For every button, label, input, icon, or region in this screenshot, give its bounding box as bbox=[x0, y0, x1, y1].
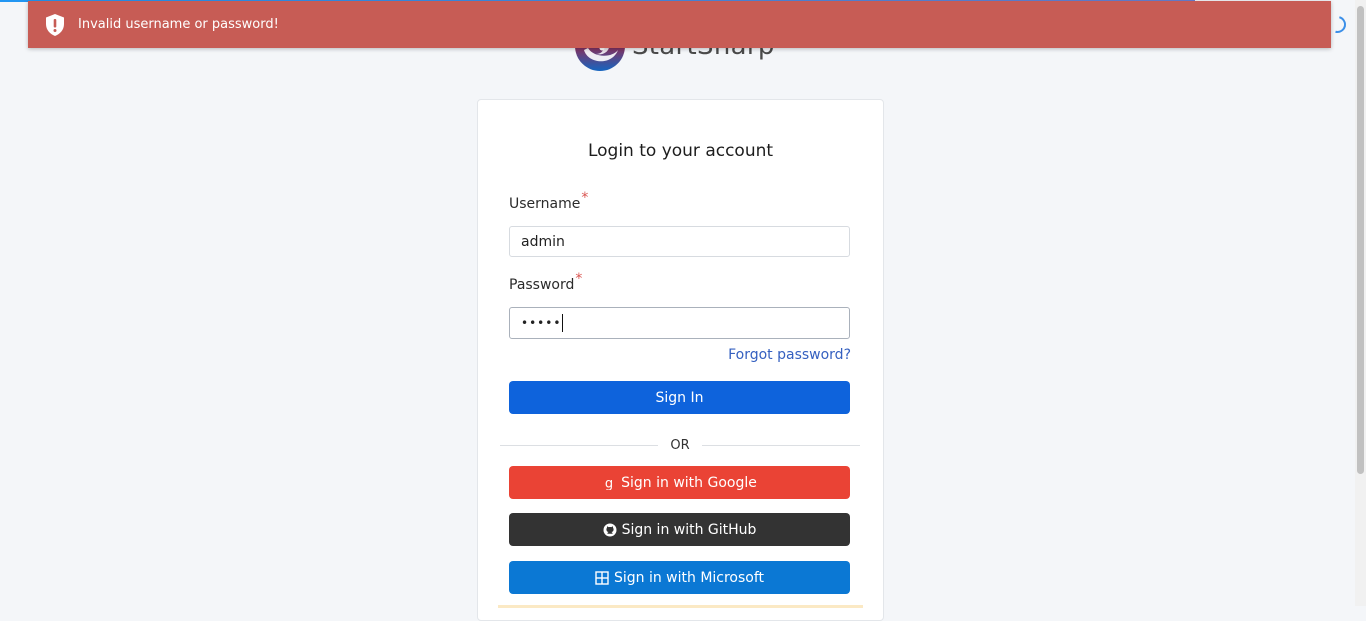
username-label-text: Username bbox=[509, 196, 581, 212]
divider-line bbox=[500, 444, 659, 446]
page-scrollbar[interactable] bbox=[1355, 0, 1366, 606]
svg-text:g: g bbox=[605, 476, 613, 490]
required-marker: * bbox=[575, 271, 583, 287]
google-icon: g bbox=[605, 476, 613, 490]
username-label: Username* bbox=[509, 190, 588, 212]
username-value: admin bbox=[521, 233, 565, 250]
forgot-password-link[interactable]: Forgot password? bbox=[728, 347, 851, 363]
divider-line bbox=[701, 444, 861, 446]
password-label-text: Password bbox=[509, 277, 575, 293]
required-marker: * bbox=[581, 190, 589, 206]
toast-message: Invalid username or password! bbox=[78, 17, 279, 32]
sign-in-label: Sign In bbox=[655, 389, 704, 406]
sign-in-microsoft-button[interactable]: Sign in with Microsoft bbox=[509, 561, 850, 594]
google-label: Sign in with Google bbox=[621, 474, 757, 491]
sign-in-github-button[interactable]: Sign in with GitHub bbox=[509, 513, 850, 546]
divider-text: OR bbox=[670, 437, 690, 453]
login-card: Login to your account Username* admin Pa… bbox=[477, 99, 884, 621]
scrollbar-thumb[interactable] bbox=[1357, 6, 1364, 474]
text-caret bbox=[562, 314, 564, 332]
shield-exclamation-icon bbox=[46, 13, 64, 36]
login-title: Login to your account bbox=[587, 141, 774, 161]
sign-in-button[interactable]: Sign In bbox=[509, 381, 850, 414]
password-input[interactable]: ••••• bbox=[509, 307, 850, 339]
or-divider: OR bbox=[500, 435, 861, 455]
card-bottom-accent bbox=[498, 605, 863, 608]
password-masked-value: ••••• bbox=[521, 316, 562, 330]
username-input[interactable]: admin bbox=[509, 226, 850, 257]
sign-in-google-button[interactable]: g Sign in with Google bbox=[509, 466, 850, 499]
github-icon bbox=[603, 523, 617, 536]
github-label: Sign in with GitHub bbox=[621, 521, 757, 538]
windows-icon bbox=[595, 570, 609, 585]
error-toast[interactable]: Invalid username or password! bbox=[28, 1, 1331, 48]
microsoft-label: Sign in with Microsoft bbox=[613, 569, 765, 586]
password-label: Password* bbox=[509, 271, 582, 293]
